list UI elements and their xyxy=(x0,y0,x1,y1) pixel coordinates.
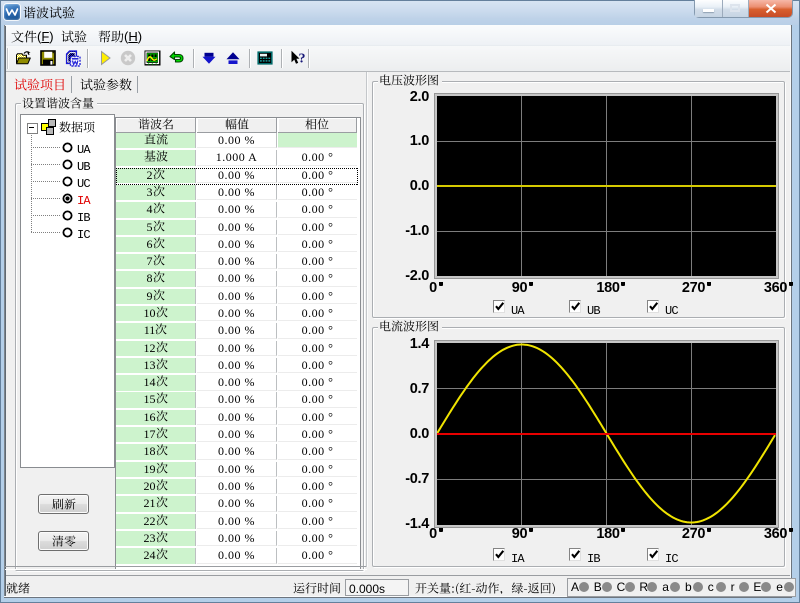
svg-text:?: ? xyxy=(299,52,306,67)
